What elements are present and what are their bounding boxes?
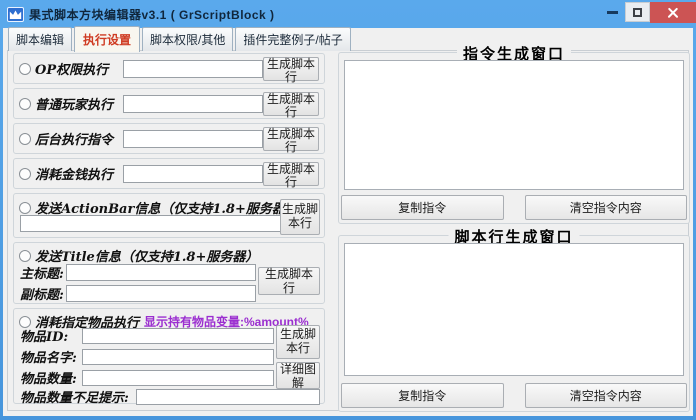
item-id-input[interactable]	[82, 327, 274, 344]
app-window: 果式脚本方块编辑器v3.1 ( GrScriptBlock ) 脚本编辑 执行设…	[0, 0, 696, 420]
actionbar-input[interactable]	[20, 215, 292, 232]
clear-command-button[interactable]: 清空指令内容	[524, 195, 687, 220]
money-exec-input[interactable]	[123, 164, 263, 183]
item-name-label: 物品名字:	[20, 351, 77, 366]
group-console-exec: 后台执行指令 生成脚本行	[13, 123, 325, 154]
radio-money-exec[interactable]	[19, 167, 31, 180]
radio-actionbar[interactable]	[19, 201, 31, 214]
maximize-icon	[633, 7, 642, 17]
op-exec-input[interactable]	[123, 59, 263, 78]
actionbar-generate-button[interactable]: 生成脚本行	[280, 199, 320, 235]
sub-title-input[interactable]	[66, 285, 256, 302]
tab-plugin-examples[interactable]: 插件完整例子/帖子	[235, 27, 351, 51]
minimize-icon	[606, 10, 618, 14]
tab-strip: 脚本编辑 执行设置 脚本权限/其他 插件完整例子/帖子	[8, 26, 353, 52]
item-id-label: 物品ID:	[20, 330, 69, 345]
script-output-area[interactable]	[344, 243, 684, 376]
radio-player-exec[interactable]	[19, 97, 31, 110]
close-icon	[668, 7, 679, 18]
crown-icon	[9, 9, 22, 19]
window-content: 脚本编辑 执行设置 脚本权限/其他 插件完整例子/帖子 OP权限执行 生成脚本行	[3, 26, 693, 416]
item-name-input[interactable]	[82, 348, 274, 365]
group-title-message: 发送Title信息（仅支持1.8+服务器） 主标题: 副标题: 生成脚本行	[13, 242, 325, 304]
sub-title-label: 副标题:	[20, 288, 64, 303]
tab-script-edit[interactable]: 脚本编辑	[8, 27, 73, 51]
copy-command-button[interactable]: 复制指令	[341, 195, 504, 220]
group-player-exec: 普通玩家执行 生成脚本行	[13, 88, 325, 119]
tab-exec-settings[interactable]: 执行设置	[74, 26, 141, 52]
group-op-exec: OP权限执行 生成脚本行	[13, 53, 325, 84]
console-exec-generate-button[interactable]: 生成脚本行	[263, 126, 319, 154]
window-controls	[599, 2, 696, 23]
script-line-generation-group: 脚本行生成窗口 复制指令 清空指令内容	[338, 226, 690, 412]
op-exec-generate-button[interactable]: 生成脚本行	[263, 56, 319, 84]
maximize-button[interactable]	[625, 2, 650, 22]
player-exec-label: 普通玩家执行	[35, 98, 114, 113]
title-message-generate-button[interactable]: 生成脚本行	[258, 267, 320, 295]
clear-script-button[interactable]: 清空指令内容	[524, 383, 687, 408]
player-exec-generate-button[interactable]: 生成脚本行	[263, 91, 319, 119]
group-actionbar: 发送ActionBar信息（仅支持1.8+服务器） 生成脚本行	[13, 193, 325, 238]
item-count-label: 物品数量:	[20, 372, 77, 387]
detail-diagram-button[interactable]: 详细图解	[276, 362, 320, 390]
item-count-input[interactable]	[82, 369, 274, 386]
main-title-input[interactable]	[66, 264, 256, 281]
item-shortage-label: 物品数量不足提示:	[20, 391, 129, 406]
copy-script-button[interactable]: 复制指令	[341, 383, 504, 408]
command-generation-group: 指令生成窗口 复制指令 清空指令内容	[338, 43, 690, 224]
group-item-consume: 消耗指定物品执行 显示持有物品变量:%amount% 物品ID: 物品名字: 物…	[13, 308, 325, 406]
group-money-exec: 消耗金钱执行 生成脚本行	[13, 158, 325, 189]
command-output-area[interactable]	[344, 60, 684, 190]
console-exec-label: 后台执行指令	[35, 133, 114, 148]
radio-console-exec[interactable]	[19, 132, 31, 145]
exec-settings-page: OP权限执行 生成脚本行 普通玩家执行 生成脚本行 后台执行指令 生成脚本行 消…	[7, 43, 690, 412]
title-bar: 果式脚本方块编辑器v3.1 ( GrScriptBlock )	[0, 0, 696, 28]
minimize-button[interactable]	[599, 2, 625, 22]
money-exec-label: 消耗金钱执行	[35, 168, 114, 183]
item-consume-generate-button[interactable]: 生成脚本行	[276, 325, 320, 359]
item-shortage-input[interactable]	[136, 388, 320, 405]
player-exec-input[interactable]	[123, 94, 263, 113]
money-exec-generate-button[interactable]: 生成脚本行	[263, 161, 319, 189]
op-exec-label: OP权限执行	[35, 63, 109, 78]
main-title-label: 主标题:	[20, 267, 64, 282]
app-icon	[7, 6, 24, 22]
tab-permissions-other[interactable]: 脚本权限/其他	[142, 27, 234, 51]
radio-title-message[interactable]	[19, 249, 31, 262]
close-button[interactable]	[650, 2, 696, 23]
radio-op-exec[interactable]	[19, 62, 31, 75]
console-exec-input[interactable]	[123, 129, 263, 148]
window-title: 果式脚本方块编辑器v3.1 ( GrScriptBlock )	[29, 7, 275, 22]
